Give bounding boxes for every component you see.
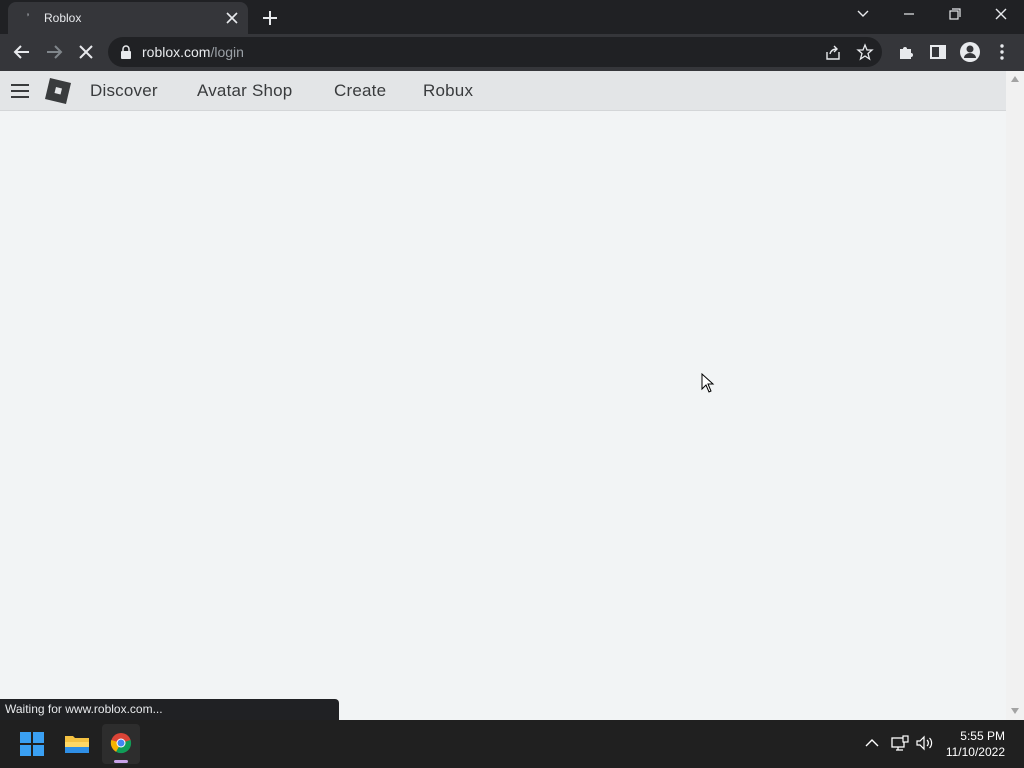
nav-discover-link[interactable]: Discover: [90, 81, 158, 101]
roblox-logo-icon[interactable]: [43, 76, 73, 106]
windows-start-icon[interactable]: [20, 732, 44, 756]
clock-time[interactable]: 5:55 PM: [940, 729, 1005, 743]
hamburger-menu-icon[interactable]: [10, 82, 30, 100]
forward-arrow-icon[interactable]: [40, 38, 68, 66]
browser-tab-strip: ’ Roblox: [0, 0, 1024, 34]
extensions-puzzle-icon[interactable]: [892, 38, 920, 66]
close-window-button[interactable]: [978, 0, 1024, 30]
clock-date[interactable]: 11/10/2022: [940, 745, 1005, 759]
mouse-cursor-icon: [701, 373, 715, 393]
browser-toolbar: roblox.com/login: [0, 34, 1024, 71]
volume-icon[interactable]: [915, 735, 935, 751]
nav-create-link[interactable]: Create: [334, 81, 386, 101]
scroll-down-arrow-icon[interactable]: [1010, 707, 1020, 715]
nav-robux-link[interactable]: Robux: [423, 81, 473, 101]
tab-search-chevron-icon[interactable]: [840, 0, 886, 30]
roblox-favicon-icon: ’: [26, 11, 30, 25]
new-tab-button[interactable]: [258, 6, 282, 30]
active-app-indicator: [114, 760, 128, 763]
bookmark-star-icon[interactable]: [856, 43, 874, 61]
close-tab-icon[interactable]: [222, 8, 242, 28]
browser-status-bubble: Waiting for www.roblox.com...: [0, 699, 339, 720]
windows-taskbar: 5:55 PM 11/10/2022: [0, 720, 1024, 768]
show-hidden-icons-chevron-icon[interactable]: [864, 737, 880, 749]
back-arrow-icon[interactable]: [8, 38, 36, 66]
roblox-header: Discover Avatar Shop Create Robux: [0, 71, 1006, 111]
web-page: Discover Avatar Shop Create Robux: [0, 71, 1006, 720]
browser-tab-active[interactable]: ’ Roblox: [8, 2, 248, 34]
chrome-icon: [110, 733, 132, 754]
page-scrollbar[interactable]: [1006, 71, 1024, 720]
share-icon[interactable]: [824, 44, 842, 62]
chrome-taskbar-button[interactable]: [102, 724, 140, 764]
url-text[interactable]: roblox.com/login: [142, 44, 244, 60]
browser-menu-kebab-icon[interactable]: [988, 38, 1016, 66]
minimize-window-button[interactable]: [886, 0, 932, 30]
lock-icon[interactable]: [120, 45, 132, 59]
network-icon[interactable]: [891, 735, 909, 751]
tab-title: Roblox: [44, 11, 82, 25]
stop-loading-icon[interactable]: [72, 38, 100, 66]
file-explorer-icon[interactable]: [64, 732, 90, 756]
scroll-up-arrow-icon[interactable]: [1010, 75, 1020, 83]
profile-avatar-icon[interactable]: [956, 38, 984, 66]
side-panel-icon[interactable]: [924, 38, 952, 66]
nav-avatar-shop-link[interactable]: Avatar Shop: [197, 81, 292, 101]
address-bar[interactable]: roblox.com/login: [108, 37, 882, 67]
restore-window-button[interactable]: [932, 0, 978, 30]
